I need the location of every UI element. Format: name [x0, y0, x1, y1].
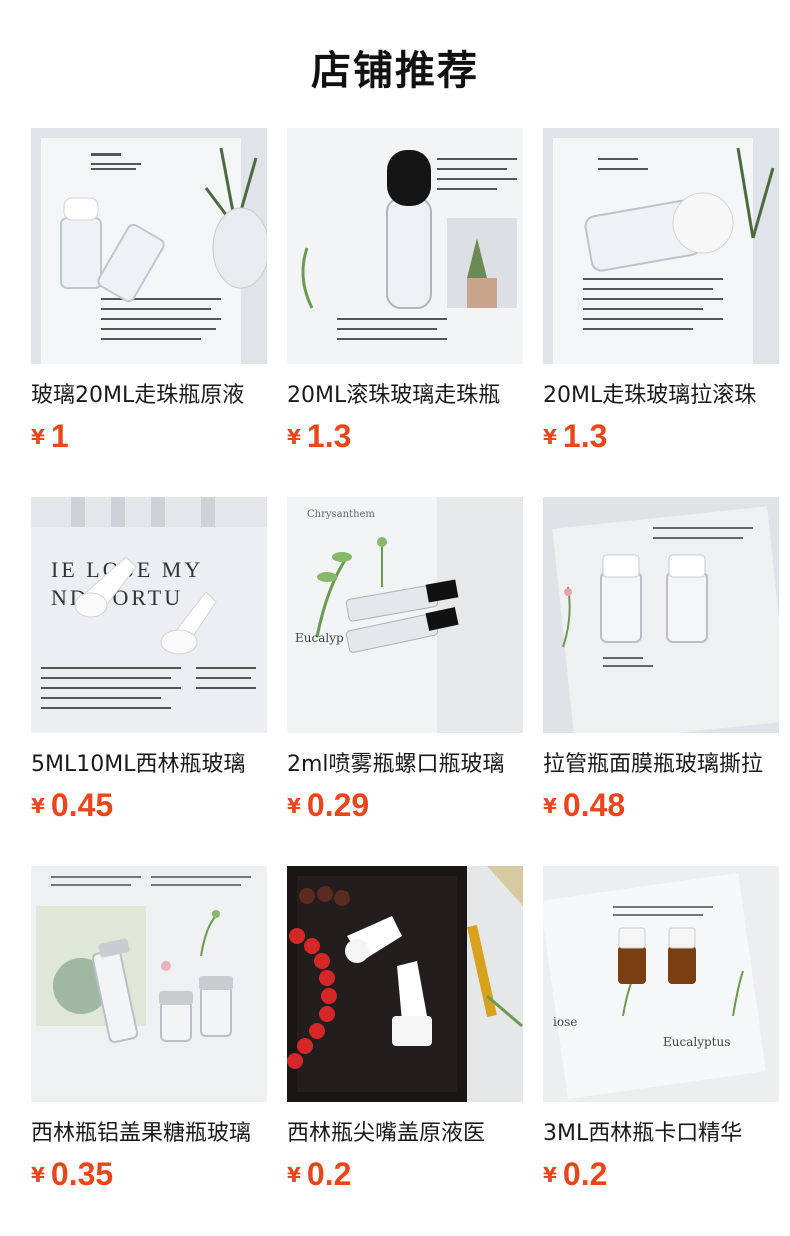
product-name[interactable]: 2ml喷雾瓶螺口瓶玻璃 — [287, 750, 523, 780]
product-card[interactable]: 西林瓶铝盖果糖瓶玻璃 ¥0.35 — [31, 866, 267, 1192]
product-price: ¥1 — [31, 418, 69, 454]
product-image[interactable] — [543, 497, 779, 733]
product-price: ¥0.35 — [31, 1156, 114, 1192]
product-image[interactable]: IE LOSE MY ND FORTU — [31, 497, 267, 733]
product-price: ¥0.45 — [31, 787, 114, 823]
product-card[interactable]: Chrysanthem Eucalyp 2ml喷雾瓶螺口瓶玻璃 ¥0.29 — [287, 497, 523, 823]
product-image[interactable] — [287, 866, 523, 1102]
product-price: ¥0.2 — [543, 1156, 608, 1192]
product-price: ¥0.48 — [543, 787, 626, 823]
product-image[interactable] — [31, 128, 267, 364]
product-price: ¥1.3 — [287, 418, 352, 454]
page-title: 店铺推荐 — [311, 48, 479, 94]
product-card[interactable]: iose Eucalyptus 3ML西林瓶卡口精华 ¥0.2 — [543, 866, 779, 1192]
product-name[interactable]: 20ML走珠玻璃拉滚珠 — [543, 381, 779, 411]
product-price: ¥0.2 — [287, 1156, 352, 1192]
product-card[interactable]: 西林瓶尖嘴盖原液医 ¥0.2 — [287, 866, 523, 1192]
product-image[interactable]: iose Eucalyptus — [543, 866, 779, 1102]
product-name[interactable]: 西林瓶尖嘴盖原液医 — [287, 1119, 523, 1149]
product-card[interactable]: 玻璃20ML走珠瓶原液 ¥1 — [31, 128, 267, 454]
svg-text:Chrysanthem: Chrysanthem — [307, 509, 375, 520]
product-price: ¥1.3 — [543, 418, 608, 454]
svg-text:iose: iose — [553, 1015, 577, 1029]
product-card[interactable]: 拉管瓶面膜瓶玻璃撕拉 ¥0.48 — [543, 497, 779, 823]
product-image[interactable] — [31, 866, 267, 1102]
product-card[interactable]: 20ML走珠玻璃拉滚珠 ¥1.3 — [543, 128, 779, 454]
product-image[interactable] — [543, 128, 779, 364]
product-price: ¥0.29 — [287, 787, 370, 823]
product-card[interactable]: IE LOSE MY ND FORTU 5ML10ML西林瓶玻璃 ¥0.45 — [31, 497, 267, 823]
product-name[interactable]: 3ML西林瓶卡口精华 — [543, 1119, 779, 1149]
product-name[interactable]: 5ML10ML西林瓶玻璃 — [31, 750, 267, 780]
product-name[interactable]: 西林瓶铝盖果糖瓶玻璃 — [31, 1119, 267, 1149]
product-name[interactable]: 拉管瓶面膜瓶玻璃撕拉 — [543, 750, 779, 780]
product-card[interactable]: 20ML滚珠玻璃走珠瓶 ¥1.3 — [287, 128, 523, 454]
product-name[interactable]: 20ML滚珠玻璃走珠瓶 — [287, 381, 523, 411]
product-name[interactable]: 玻璃20ML走珠瓶原液 — [31, 381, 267, 411]
product-image[interactable]: Chrysanthem Eucalyp — [287, 497, 523, 733]
svg-text:Eucalyp: Eucalyp — [295, 631, 344, 645]
product-image[interactable] — [287, 128, 523, 364]
svg-text:Eucalyptus: Eucalyptus — [663, 1035, 730, 1049]
